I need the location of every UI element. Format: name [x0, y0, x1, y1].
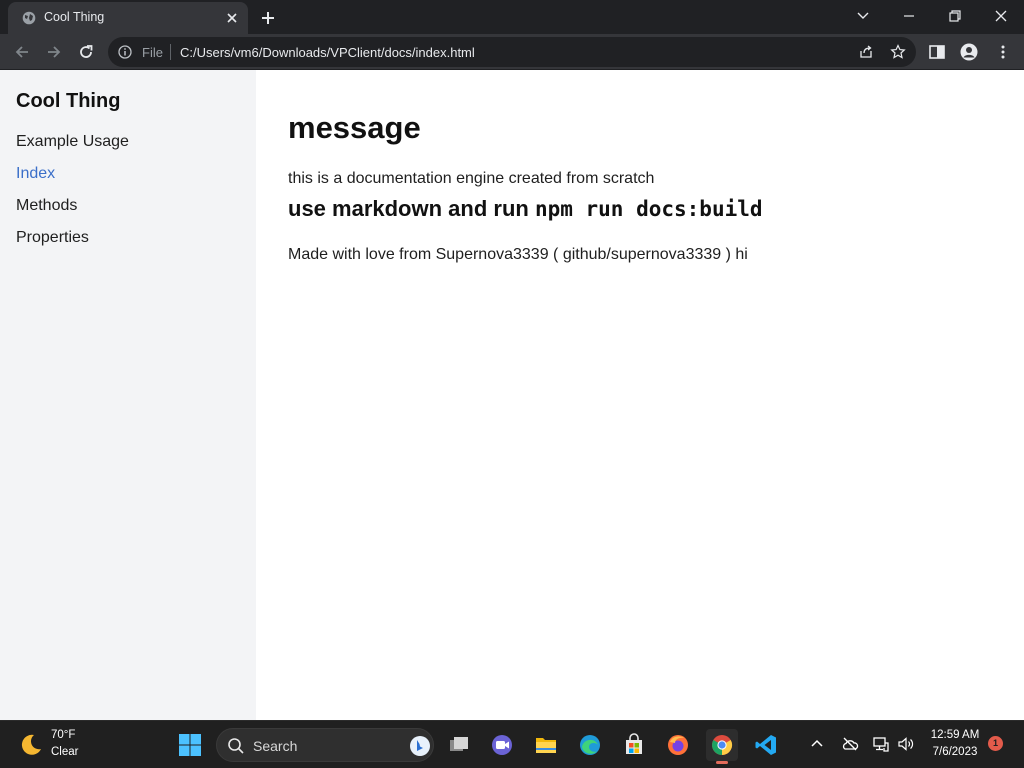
close-tab-icon[interactable]: [224, 10, 240, 26]
onedrive-icon[interactable]: [841, 735, 859, 753]
browser-tab[interactable]: Cool Thing: [8, 2, 248, 34]
side-panel-icon[interactable]: [928, 43, 946, 61]
bookmark-star-icon[interactable]: [890, 44, 906, 60]
teams-icon[interactable]: [486, 729, 518, 761]
volume-icon[interactable]: [897, 735, 915, 753]
url-scheme: File: [142, 45, 163, 60]
nav-link-example-usage[interactable]: Example Usage: [16, 133, 129, 151]
store-icon[interactable]: [618, 729, 650, 761]
minimize-icon[interactable]: [894, 4, 924, 28]
new-tab-icon[interactable]: [258, 8, 278, 28]
edge-icon[interactable]: [574, 729, 606, 761]
nav-link-properties[interactable]: Properties: [16, 229, 89, 247]
address-bar[interactable]: File C:/Users/vm6/Downloads/VPClient/doc…: [108, 37, 916, 67]
clock-time[interactable]: 12:59 AM: [924, 729, 986, 741]
docs-content: message this is a documentation engine c…: [256, 70, 1024, 720]
bing-icon[interactable]: [409, 735, 431, 757]
address-divider: [170, 44, 171, 60]
tab-search-icon[interactable]: [848, 4, 878, 28]
search-placeholder: Search: [253, 738, 298, 754]
restore-icon[interactable]: [940, 4, 970, 28]
nav-link-methods[interactable]: Methods: [16, 197, 77, 215]
credits-paragraph: Made with love from Supernova3339 ( gith…: [288, 246, 748, 263]
browser-titlebar: Cool Thing: [0, 0, 1024, 34]
globe-icon: [22, 11, 36, 25]
windows-start-icon[interactable]: [178, 733, 202, 757]
share-icon[interactable]: [858, 44, 874, 60]
profile-icon[interactable]: [960, 43, 978, 61]
chevron-up-icon[interactable]: [808, 735, 826, 753]
url-text[interactable]: C:/Users/vm6/Downloads/VPClient/docs/ind…: [180, 45, 475, 60]
firefox-icon[interactable]: [662, 729, 694, 761]
search-icon: [228, 738, 244, 754]
vscode-icon[interactable]: [750, 729, 782, 761]
moon-icon[interactable]: [18, 732, 44, 758]
intro-paragraph: this is a documentation engine created f…: [288, 170, 655, 187]
forward-icon[interactable]: [44, 42, 64, 62]
subheading: use markdown and run npm run docs:build: [288, 196, 763, 222]
page-heading: message: [288, 110, 421, 145]
task-view-icon[interactable]: [443, 729, 475, 761]
site-title: Cool Thing: [16, 90, 121, 112]
browser-toolbar: File C:/Users/vm6/Downloads/VPClient/doc…: [0, 34, 1024, 70]
reload-icon[interactable]: [76, 42, 96, 62]
weather-condition[interactable]: Clear: [51, 746, 78, 758]
tab-title: Cool Thing: [44, 10, 105, 24]
clock-date[interactable]: 7/6/2023: [924, 746, 986, 758]
subheading-text: use markdown and run: [288, 196, 535, 221]
menu-kebab-icon[interactable]: [994, 43, 1012, 61]
subheading-code: npm run docs:build: [534, 197, 763, 221]
notification-badge[interactable]: 1: [988, 736, 1003, 751]
network-icon[interactable]: [872, 735, 890, 753]
nav-link-index[interactable]: Index: [16, 165, 55, 183]
taskbar-search[interactable]: Search: [216, 728, 434, 762]
windows-taskbar: 70°F Clear Search 12:59 AM 7/6/2023 1: [0, 720, 1024, 768]
back-icon[interactable]: [12, 42, 32, 62]
close-window-icon[interactable]: [986, 4, 1016, 28]
docs-sidebar: Cool Thing Example Usage Index Methods P…: [0, 70, 256, 720]
info-icon[interactable]: [118, 45, 132, 59]
weather-temp[interactable]: 70°F: [51, 729, 75, 741]
file-explorer-icon[interactable]: [530, 729, 562, 761]
chrome-icon[interactable]: [706, 729, 738, 764]
